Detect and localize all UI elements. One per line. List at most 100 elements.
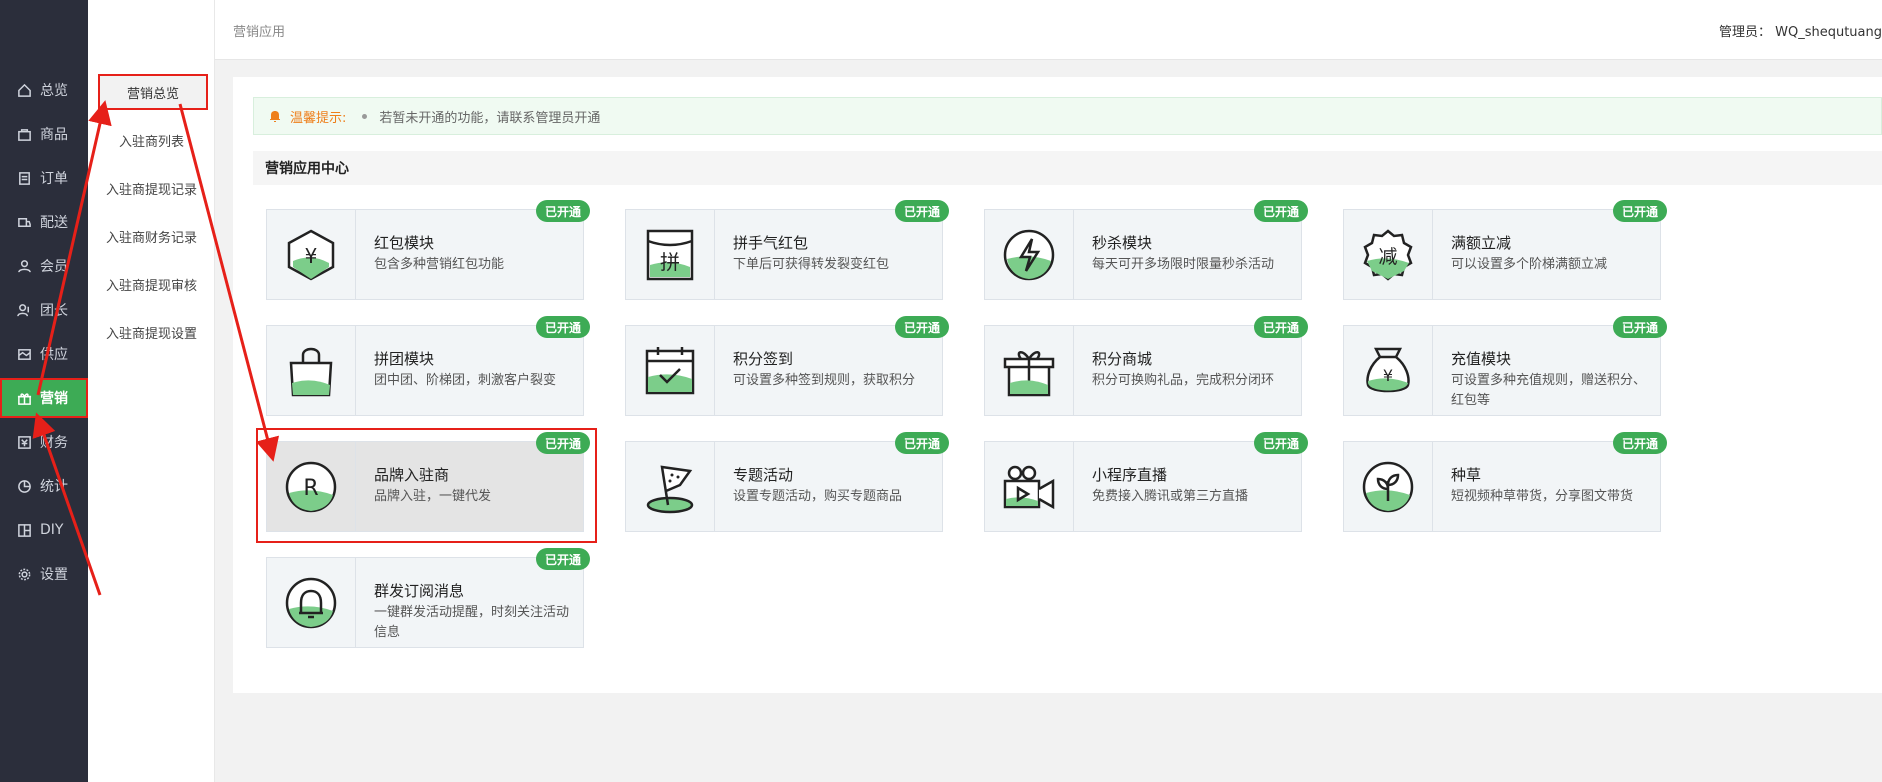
status-badge: 已开通 [1613,200,1667,222]
status-badge: 已开通 [1254,200,1308,222]
nav-item-diy[interactable]: DIY [0,510,88,550]
app-card[interactable]: ¥ 红包模块 包含多种营销红包功能 [266,209,584,300]
lightning-icon [1003,229,1055,280]
admin-name: WQ_shequtuang [1775,25,1882,40]
nav-item-stats[interactable]: 统计 [0,466,88,506]
delivery-icon [16,214,32,230]
nav-item-leaders[interactable]: 团长 [0,290,88,330]
card-icon-box: ¥ [1344,326,1433,415]
bullet-dot [362,113,368,119]
nav-item-marketing[interactable]: 营销 [0,378,88,418]
nav-item-label: 统计 [40,479,68,495]
card-icon-box [985,210,1074,299]
nav-item-label: 供应 [40,347,68,363]
subnav-item-finance-records[interactable]: 入驻商财务记录 [88,218,215,254]
card-title: 小程序直播 [1092,466,1168,484]
user-icon [16,258,32,274]
status-badge: 已开通 [895,316,949,338]
bag-icon [16,126,32,142]
calendar-check-icon [645,346,695,394]
stats-icon [16,478,32,494]
svg-text:减: 减 [1378,246,1397,268]
nav-item-label: 设置 [40,567,68,583]
card-title: 满额立减 [1451,234,1512,252]
nav-item-goods[interactable]: 商品 [0,114,88,154]
nav-item-label: 会员 [40,259,68,275]
card-icon-box [267,558,356,647]
nav-item-orders[interactable]: 订单 [0,158,88,198]
app-card[interactable]: 秒杀模块 每天可开多场限时限量秒杀活动 [984,209,1302,300]
card-icon-box [1344,442,1433,531]
card-icon-box: 拼 [626,210,715,299]
app-card[interactable]: 专题活动设置专题活动，购买专题商品 [625,441,943,532]
subnav-item-withdraw-review[interactable]: 入驻商提现审核 [88,266,215,302]
status-badge: 已开通 [536,548,590,570]
gift-icon [16,390,32,406]
card-title: 秒杀模块 [1092,234,1153,252]
shopping-bag-icon [289,347,333,396]
card-description: 包含多种营销红包功能 [374,257,505,272]
notice-label: 温馨提示: [290,110,347,126]
home-icon [16,82,32,98]
card-description: 下单后可获得转发裂变红包 [733,257,890,272]
notice-bar: 温馨提示: 若暂未开通的功能，请联系管理员开通 [253,97,1882,135]
nav-item-label: 财务 [40,435,68,451]
app-card[interactable]: 拼 拼手气红包 下单后可获得转发裂变红包 [625,209,943,300]
nav-item-label: 配送 [40,215,68,231]
diy-icon [16,522,32,538]
nav-item-delivery[interactable]: 配送 [0,202,88,242]
nav-item-label: 营销 [40,391,68,407]
sub-sidebar: 营销总览 入驻商列表 入驻商提现记录 入驻商财务记录 入驻商提现审核 入驻商提现… [88,0,215,782]
card-icon-box [267,326,356,415]
nav-item-settings[interactable]: 设置 [0,554,88,594]
card-description: 可设置多种充值规则，赠送积分、红包等 [1451,373,1647,408]
bell-icon [270,111,280,122]
flag-icon [646,465,694,513]
supply-icon [16,346,32,362]
status-badge: 已开通 [1613,432,1667,454]
card-description: 设置专题活动，购买专题商品 [733,489,903,504]
status-badge: 已开通 [895,432,949,454]
app-card[interactable]: ¥ 充值模块 可设置多种充值规则，赠送积分、红包等 [1343,325,1661,416]
card-icon-box [985,442,1074,531]
nav-item-supply[interactable]: 供应 [0,334,88,374]
card-icon-box [626,326,715,415]
nav-item-finance[interactable]: 财务 [0,422,88,462]
card-icon-box: ¥ [267,210,356,299]
status-badge: 已开通 [1613,316,1667,338]
card-icon-box [626,442,715,531]
card-icon-box: 减 [1344,210,1433,299]
subnav-item-withdraw-records[interactable]: 入驻商提现记录 [88,170,215,206]
subnav-item-marketing-overview[interactable]: 营销总览 [98,74,208,110]
card-title: 种草 [1451,466,1482,484]
breadcrumb[interactable]: 营销应用 [233,21,285,40]
nav-item-overview[interactable]: 总览 [0,70,88,110]
app-card[interactable]: 拼团模块 团中团、阶梯团，刺激客户裂变 [266,325,584,416]
nav-item-members[interactable]: 会员 [0,246,88,286]
nav-item-label: 商品 [40,127,68,143]
discount-icon: 减 [1363,228,1413,281]
app-card[interactable]: 减 满额立减 可以设置多个阶梯满额立减 [1343,209,1661,300]
app-card[interactable]: 小程序直播 免费接入腾讯或第三方直播 [984,441,1302,532]
finance-icon [16,434,32,450]
annotation-highlight-box [256,428,597,543]
top-bar: 营销应用 管理员： WQ_shequtuang [215,0,1882,60]
gear-icon [16,566,32,582]
leader-icon [16,302,32,318]
app-card[interactable]: 群发订阅消息 一键群发活动提醒，时刻关注活动信息 [266,557,584,648]
svg-text:¥: ¥ [1383,366,1393,385]
subnav-item-merchant-list[interactable]: 入驻商列表 [88,122,215,158]
gift-box-icon [1003,350,1055,396]
card-icon-box [985,326,1074,415]
card-description: 积分可换购礼品，完成积分闭环 [1092,373,1275,388]
admin-info[interactable]: 管理员： WQ_shequtuang [1719,21,1882,40]
subnav-item-withdraw-settings[interactable]: 入驻商提现设置 [88,314,215,350]
app-card[interactable]: 积分签到 可设置多种签到规则，获取积分 [625,325,943,416]
svg-text:¥: ¥ [305,244,318,268]
card-description: 短视频种草带货，分享图文带货 [1451,489,1634,504]
card-description: 团中团、阶梯团，刺激客户裂变 [374,373,557,388]
sprout-icon [1362,461,1414,512]
card-title: 专题活动 [733,466,794,484]
app-card[interactable]: 积分商城 积分可换购礼品，完成积分闭环 [984,325,1302,416]
app-card[interactable]: 种草短视频种草带货，分享图文带货 [1343,441,1661,532]
